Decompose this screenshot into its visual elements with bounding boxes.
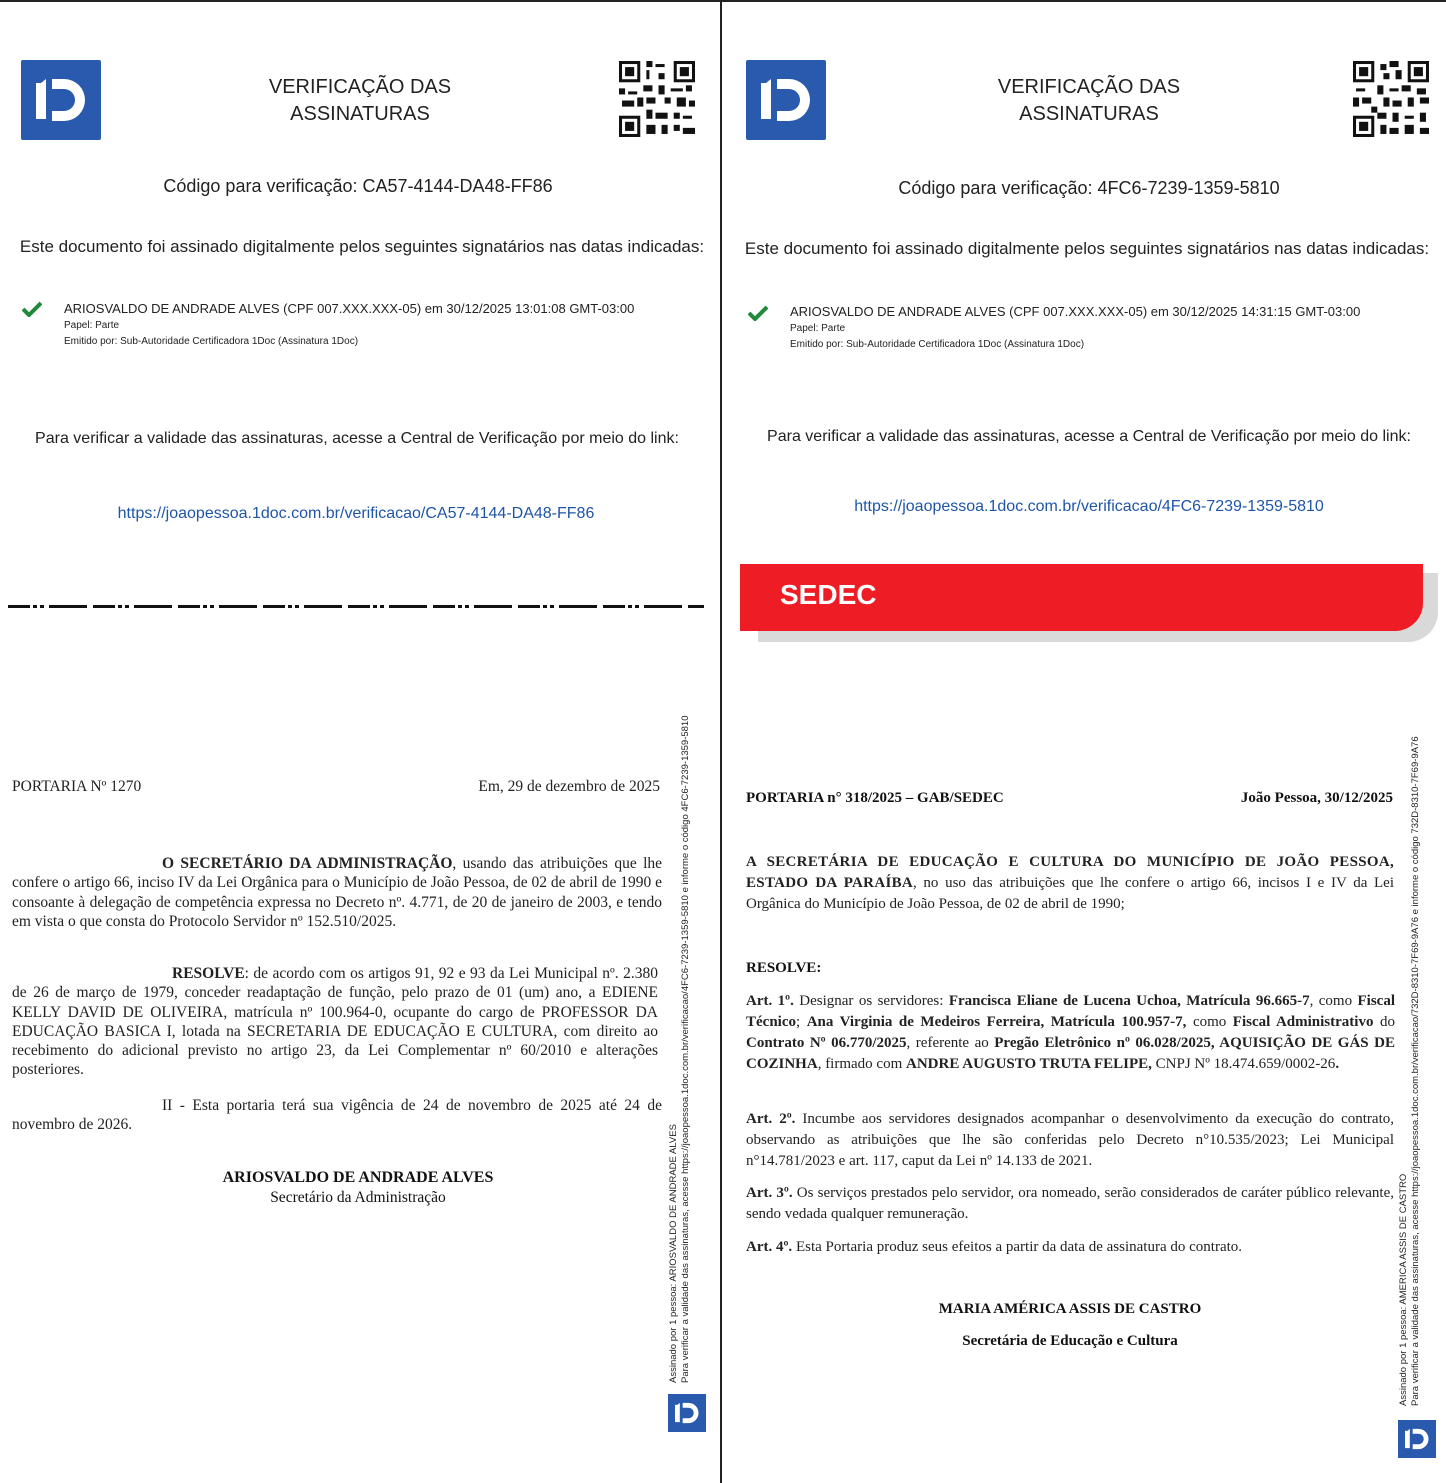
art1-text: como [1186,1014,1233,1030]
art1-text: , firmado com [817,1056,906,1072]
preamble-authority: O SECRETÁRIO DA ADMINISTRAÇÃO [162,855,453,872]
signer-issuer: Emitido por: Sub-Autoridade Certificador… [790,339,1085,350]
paragraph-preamble: O SECRETÁRIO DA ADMINISTRAÇÃO, usando da… [12,854,662,931]
signer-line: ARIOSVALDO DE ANDRADE ALVES (CPF 007.XXX… [64,301,635,316]
side-note-line2: Para verificar a validade das assinatura… [1410,736,1421,1406]
art4-label: Art. 4º. [746,1239,793,1255]
art1-label: Art. 1º. [746,993,794,1009]
article-3: Art. 3º. Os serviços prestados pelo serv… [746,1183,1394,1225]
portaria-number: PORTARIA n° 318/2025 – GAB/SEDEC [746,790,1004,806]
paragraph-resolve: RESOLVE: de acordo com os artigos 91, 92… [12,964,658,1080]
portaria-header: PORTARIA Nº 1270 Em, 29 de dezembro de 2… [12,777,660,797]
verification-title-line2: ASSINATURAS [290,103,430,125]
signature-intro: Este documento foi assinado digitalmente… [744,239,1430,258]
verify-instructions: Para verificar a validade das assinatura… [767,428,1411,445]
signer-role: Papel: Parte [790,323,846,334]
art2-text: Incumbe aos servidores designados acompa… [746,1111,1395,1169]
verification-title-line2: ASSINATURAS [1019,103,1159,125]
signer-role: Papel: Parte [64,320,120,331]
signer-issuer: Emitido por: Sub-Autoridade Certificador… [64,336,359,347]
sedec-banner-text: SEDEC [780,579,877,610]
side-signature-note: Assinado por 1 pessoa: AMERICA ASSIS DE … [1398,736,1422,1406]
art1-role-2: Fiscal Administrativo [1232,1014,1374,1030]
1doc-logo-icon [21,60,101,140]
signatory-name: ARIOSVALDO DE ANDRADE ALVES [222,1169,494,1186]
portaria-header: PORTARIA n° 318/2025 – GAB/SEDEC João Pe… [746,790,1393,810]
qr-code-icon[interactable] [619,61,695,137]
art1-text: Designar os servidores: [793,993,949,1009]
art1-cnpj: CNPJ Nº 18.474.659/0002-26 [1151,1056,1336,1072]
side-note-line2: Para verificar a validade das assinatura… [680,715,691,1384]
art1-servant-1: Francisca Eliane de Lucena Uchoa, Matríc… [948,993,1310,1009]
art3-label: Art. 3º. [746,1185,793,1201]
paragraph-validity: II - Esta portaria terá sua vigência de … [12,1097,662,1134]
check-icon [22,301,42,317]
signatory-title: Secretário da Administração [270,1189,446,1206]
verification-link[interactable]: https://joaopessoa.1doc.com.br/verificac… [722,498,1446,516]
qr-code-icon[interactable] [1353,61,1429,137]
side-note-line1: Assinado por 1 pessoa: ARIOSVALDO DE AND… [668,1124,679,1383]
signatory-title: Secretária de Educação e Cultura [962,1333,1178,1349]
signatory-name: MARIA AMÉRICA ASSIS DE CASTRO [938,1301,1202,1317]
verification-code: Código para verificação: 4FC6-7239-1359-… [898,178,1280,198]
verification-title-line1: VERIFICAÇÃO DAS [268,76,452,98]
portaria-date: João Pessoa, 30/12/2025 [1240,790,1393,806]
art2-label: Art. 2º. [746,1111,796,1127]
verification-title: VERIFICAÇÃO DAS ASSINATURAS [959,74,1219,128]
resolve-label: RESOLVE: [746,960,822,976]
side-note-line1: Assinado por 1 pessoa: AMERICA ASSIS DE … [1398,1173,1409,1406]
article-1: Art. 1º. Designar os servidores: Francis… [746,991,1395,1075]
resolve-text: : de acordo com os artigos 91, 92 e 93 d… [12,965,658,1079]
resolve-label: RESOLVE [172,965,245,982]
verification-link[interactable]: https://joaopessoa.1doc.com.br/verificac… [0,505,712,523]
art1-text: . [1335,1056,1340,1072]
art1-text: , referente ao [906,1035,995,1051]
1doc-logo-icon [668,1394,706,1432]
article-2: Art. 2º. Incumbe aos servidores designad… [746,1109,1394,1172]
signer-line: ARIOSVALDO DE ANDRADE ALVES (CPF 007.XXX… [790,304,1361,319]
art4-text: Esta Portaria produz seus efeitos a part… [792,1239,1243,1255]
check-icon [748,305,768,321]
top-border [0,0,1446,2]
1doc-logo-icon [1398,1420,1436,1458]
art1-text: ; [796,1014,807,1030]
art1-text: do [1373,1014,1395,1030]
verification-title: VERIFICAÇÃO DAS ASSINATURAS [230,74,490,128]
art1-text: , como [1309,993,1358,1009]
art1-contract: Contrato Nº 06.770/2025 [746,1035,907,1051]
art1-servant-2: Ana Virginia de Medeiros Ferreira, Matrí… [806,1014,1187,1030]
art1-contractor: ANDRE AUGUSTO TRUTA FELIPE, [906,1056,1152,1072]
verify-instructions: Para verificar a validade das assinatura… [35,430,679,447]
paragraph-preamble: A SECRETÁRIA DE EDUCAÇÃO E CULTURA DO MU… [746,852,1394,915]
side-signature-note: Assinado por 1 pessoa: ARIOSVALDO DE AND… [668,716,692,1384]
portaria-date: Em, 29 de dezembro de 2025 [478,778,660,795]
signature-intro: Este documento foi assinado digitalmente… [19,237,705,256]
verification-code: Código para verificação: CA57-4144-DA48-… [163,176,553,196]
portaria-number: PORTARIA Nº 1270 [12,778,142,795]
page-divider [720,0,722,1483]
verification-title-line1: VERIFICAÇÃO DAS [997,76,1181,98]
cut-line [8,605,704,608]
art3-text: Os serviços prestados pelo servidor, ora… [746,1185,1395,1222]
1doc-logo-icon [746,60,826,140]
article-4: Art. 4º. Esta Portaria produz seus efeit… [746,1237,1394,1258]
